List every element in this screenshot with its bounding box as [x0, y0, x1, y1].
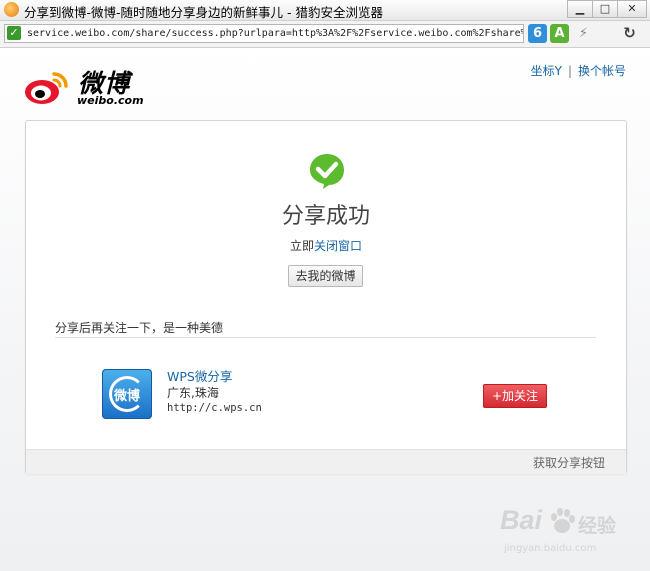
account-url: http://c.wps.cn — [167, 402, 262, 414]
user-link[interactable]: 坐标Y — [531, 64, 562, 78]
browser-logo-icon — [4, 2, 19, 17]
secure-check-icon: ✓ — [7, 26, 21, 40]
success-title: 分享成功 — [281, 204, 370, 229]
maximize-button[interactable]: □ — [592, 0, 618, 18]
weibo-logo[interactable]: 微博 weibo.com — [24, 62, 184, 112]
account-links: 坐标Y | 换个帐号 — [531, 62, 626, 79]
avatar-text: 微博 — [113, 389, 140, 404]
weibo-eye-icon — [25, 72, 68, 104]
minimize-button[interactable]: ▁ — [567, 0, 593, 18]
baidu-paw-icon — [551, 508, 575, 533]
url-field[interactable]: ✓ service.weibo.com/share/success.php?ur… — [4, 24, 524, 43]
follow-button[interactable]: +加关注 — [483, 384, 547, 408]
divider — [55, 337, 596, 338]
success-check-icon — [310, 154, 344, 189]
page-content: 微博 weibo.com 坐标Y | 换个帐号 分享成功 立即关闭窗口 去我的微博 … — [0, 48, 650, 571]
switch-account-link[interactable]: 换个帐号 — [578, 64, 626, 78]
close-window-link[interactable]: 关闭窗口 — [314, 239, 362, 253]
logo-text-en: weibo.com — [77, 94, 144, 107]
lightning-icon[interactable]: ⚡ — [574, 24, 593, 43]
follow-tip: 分享后再关注一下，是一种美德 — [55, 321, 224, 335]
account-name-link[interactable]: WPS微分享 — [167, 366, 232, 385]
watermark-brand-cn: 经验 — [578, 515, 617, 537]
url-text: service.weibo.com/share/success.php?urlp… — [27, 28, 523, 39]
close-prefix: 立即 — [289, 239, 314, 253]
address-bar: ✓ service.weibo.com/share/success.php?ur… — [0, 21, 650, 48]
adblock-icon[interactable]: A — [550, 24, 569, 43]
watermark-brand: Bai — [500, 505, 543, 535]
window-title: 分享到微博-微博-随时随地分享身边的新鲜事儿 - 猎豹安全浏览器 — [24, 5, 383, 20]
get-share-button-link[interactable]: 获取分享按钮 — [533, 454, 605, 471]
go-my-weibo-button[interactable]: 去我的微博 — [288, 265, 363, 287]
card-footer: 获取分享按钮 — [26, 449, 626, 474]
link-separator: | — [567, 64, 572, 78]
baidu-watermark: Bai 经验 jingyan.baidu.com — [500, 505, 640, 565]
account-avatar[interactable]: 微博 — [102, 369, 152, 419]
close-window-line: 立即关闭窗口 — [26, 237, 626, 254]
window-title-bar: 分享到微博-微博-随时随地分享身边的新鲜事儿 - 猎豹安全浏览器 ▁ □ ✕ — [0, 0, 650, 21]
refresh-icon[interactable]: ↻ — [620, 24, 639, 43]
watermark-site: jingyan.baidu.com — [504, 543, 597, 554]
shield-icon[interactable]: 6 — [528, 24, 547, 43]
share-result-card: 分享成功 立即关闭窗口 去我的微博 分享后再关注一下，是一种美德 微博 WPS微… — [25, 120, 627, 474]
account-location: 广东,珠海 — [167, 386, 219, 400]
close-button[interactable]: ✕ — [617, 0, 647, 18]
